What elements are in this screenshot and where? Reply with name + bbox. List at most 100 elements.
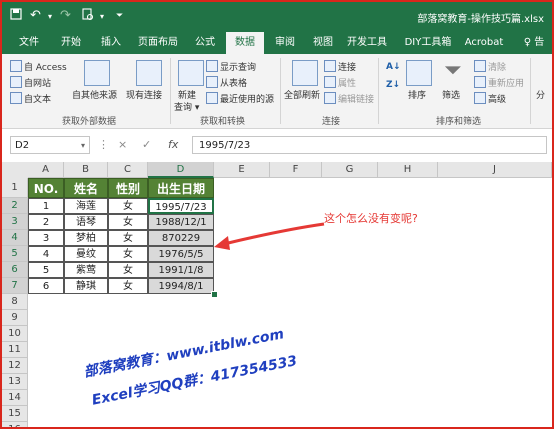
table-cell[interactable]: 女 [108, 214, 148, 230]
birthdate-cell[interactable]: 870229 [148, 230, 214, 246]
save-icon[interactable] [10, 8, 22, 24]
column-header[interactable]: H [378, 162, 438, 178]
table-cell[interactable]: 1 [28, 198, 64, 214]
undo-icon[interactable]: ↶ [30, 8, 41, 23]
row-header[interactable]: 16 [2, 422, 28, 427]
worksheet-grid[interactable]: ABCDEFGHJ 12345678910111213141516 NO.姓名性… [2, 162, 552, 427]
table-header-cell[interactable]: 出生日期 [148, 178, 214, 198]
column-header[interactable]: A [28, 162, 64, 178]
refresh-all-button[interactable]: 全部刷新 [284, 88, 320, 101]
row-header[interactable]: 8 [2, 294, 28, 310]
column-header[interactable]: C [108, 162, 148, 178]
table-cell[interactable]: 女 [108, 278, 148, 294]
advanced-button[interactable]: 高级 [474, 92, 506, 105]
row-header[interactable]: 7 [2, 278, 28, 294]
enter-icon[interactable]: ✓ [142, 138, 151, 151]
table-cell[interactable]: 海莲 [64, 198, 108, 214]
existing-connections-button[interactable]: 现有连接 [126, 88, 162, 101]
sort-button[interactable]: 排序 [408, 88, 426, 101]
table-header-cell[interactable]: 性别 [108, 178, 148, 198]
tab-developer[interactable]: 开发工具 [344, 32, 390, 54]
row-header[interactable]: 2 [2, 198, 28, 214]
row-header[interactable]: 10 [2, 326, 28, 342]
select-all-corner[interactable] [2, 162, 29, 179]
table-cell[interactable]: 4 [28, 246, 64, 262]
connections-button[interactable]: 连接 [324, 60, 356, 73]
tab-data[interactable]: 数据 [226, 32, 264, 54]
tab-home[interactable]: 开始 [54, 32, 88, 54]
birthdate-cell[interactable]: 1991/1/8 [148, 262, 214, 278]
undo-dropdown-icon[interactable]: ▾ [48, 12, 52, 21]
table-cell[interactable]: 梦柏 [64, 230, 108, 246]
ribbon-overflow-button[interactable]: 分 [536, 88, 545, 101]
row-header[interactable]: 1 [2, 178, 28, 198]
column-header[interactable]: J [438, 162, 552, 178]
row-header[interactable]: 4 [2, 230, 28, 246]
tab-review[interactable]: 审阅 [268, 32, 302, 54]
column-header[interactable]: D [148, 162, 214, 178]
table-header-cell[interactable]: NO. [28, 178, 64, 198]
tab-acrobat[interactable]: Acrobat [462, 32, 506, 54]
from-table-button[interactable]: 从表格 [206, 76, 247, 89]
row-header[interactable]: 15 [2, 406, 28, 422]
row-header[interactable]: 11 [2, 342, 28, 358]
table-cell[interactable]: 女 [108, 198, 148, 214]
table-header-cell[interactable]: 姓名 [64, 178, 108, 198]
show-queries-button[interactable]: 显示查询 [206, 60, 256, 73]
from-text-button[interactable]: 自文本 [10, 92, 51, 105]
tab-formulas[interactable]: 公式 [188, 32, 222, 54]
birthdate-cell[interactable]: 1976/5/5 [148, 246, 214, 262]
tab-tell-me[interactable]: ♀ 告 [516, 32, 552, 54]
column-header[interactable]: E [214, 162, 270, 178]
tab-view[interactable]: 视图 [306, 32, 340, 54]
tab-page-layout[interactable]: 页面布局 [134, 32, 182, 54]
row-header[interactable]: 12 [2, 358, 28, 374]
row-header[interactable]: 6 [2, 262, 28, 278]
row-header[interactable]: 9 [2, 310, 28, 326]
tab-diy-toolbox[interactable]: DIY工具箱 [400, 32, 456, 54]
customize-icon[interactable]: ⏷ [116, 11, 123, 21]
recent-sources-button[interactable]: 最近使用的源 [206, 92, 274, 105]
table-cell[interactable]: 6 [28, 278, 64, 294]
table-cell[interactable]: 2 [28, 214, 64, 230]
tab-file[interactable]: 文件 [12, 32, 46, 54]
table-cell[interactable]: 3 [28, 230, 64, 246]
table-cell[interactable]: 紫莺 [64, 262, 108, 278]
from-web-button[interactable]: 自网站 [10, 76, 51, 89]
table-cell[interactable]: 女 [108, 246, 148, 262]
table-cell[interactable]: 女 [108, 230, 148, 246]
table-cell[interactable]: 曼纹 [64, 246, 108, 262]
properties-button[interactable]: 属性 [324, 76, 356, 89]
chevron-down-icon[interactable]: ▾ [81, 137, 85, 155]
reapply-button[interactable]: 重新应用 [474, 76, 524, 89]
new-query-label[interactable]: 查询 ▾ [174, 100, 199, 113]
row-header[interactable]: 3 [2, 214, 28, 230]
sort-ascending-icon[interactable]: A↓ [386, 62, 401, 72]
insert-function-icon[interactable]: fx [168, 138, 178, 151]
other-sources-button[interactable]: 自其他来源 [72, 88, 117, 101]
cancel-icon[interactable]: × [118, 138, 127, 151]
filter-button[interactable]: 筛选 [442, 88, 460, 101]
redo-icon[interactable]: ↷ [60, 8, 71, 23]
fill-handle[interactable] [211, 291, 218, 298]
row-header[interactable]: 14 [2, 390, 28, 406]
column-header[interactable]: G [322, 162, 378, 178]
table-cell[interactable]: 女 [108, 262, 148, 278]
table-cell[interactable]: 语琴 [64, 214, 108, 230]
print-preview-icon[interactable] [82, 8, 94, 25]
print-dropdown-icon[interactable]: ▾ [100, 12, 104, 21]
column-header[interactable]: B [64, 162, 108, 178]
tab-insert[interactable]: 插入 [94, 32, 128, 54]
formula-input[interactable]: 1995/7/23 [192, 136, 547, 154]
sort-descending-icon[interactable]: Z↓ [386, 80, 400, 90]
birthdate-cell[interactable]: 1994/8/1 [148, 278, 214, 294]
row-header[interactable]: 13 [2, 374, 28, 390]
row-header[interactable]: 5 [2, 246, 28, 262]
birthdate-cell[interactable]: 1988/12/1 [148, 214, 214, 230]
edit-links-button[interactable]: 编辑链接 [324, 92, 374, 105]
clear-button[interactable]: 清除 [474, 60, 506, 73]
table-cell[interactable]: 5 [28, 262, 64, 278]
table-cell[interactable]: 静琪 [64, 278, 108, 294]
column-header[interactable]: F [270, 162, 322, 178]
from-access-button[interactable]: 自 Access [10, 60, 67, 73]
